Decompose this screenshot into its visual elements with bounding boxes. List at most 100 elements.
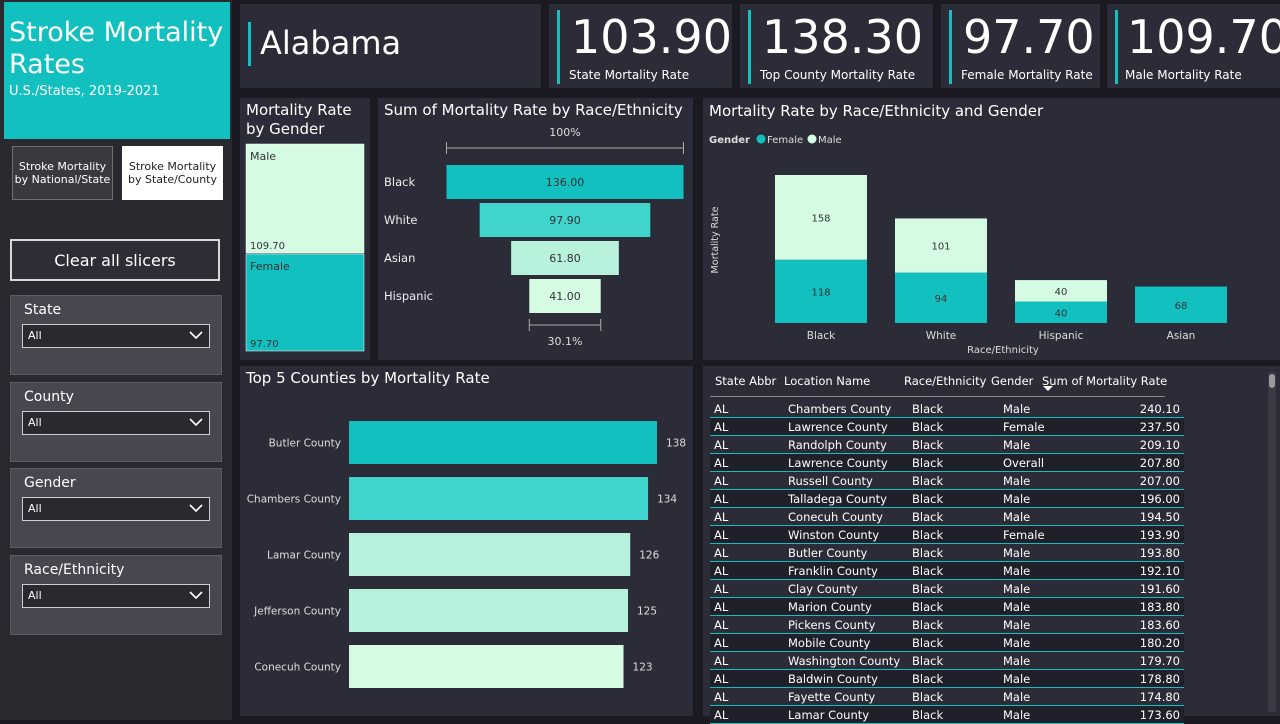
table-cell: 193.80 [1054,543,1184,562]
table-row[interactable]: AL Pickens County Black Male 183.60 [710,615,1184,634]
table-row[interactable]: AL Chambers County Black Male 240.10 [710,400,1184,418]
scrollbar-thumb[interactable] [1269,374,1275,388]
table-cell: 207.00 [1054,471,1184,490]
kpi-value: 138.30 [762,10,923,64]
table-cell: Female [999,417,1054,436]
stacked-value-label: 158 [811,213,830,224]
table-cell: Male [999,543,1054,562]
state-name-card: Alabama [240,4,541,88]
column-header[interactable]: Gender [991,374,1033,388]
table-cell: Chambers County [784,400,908,418]
table-cell: Black [908,507,999,526]
table-cell: Mobile County [784,633,908,652]
table-cell: Washington County [784,651,908,670]
state-dropdown[interactable]: All [22,324,210,348]
kpi-top-county-rate: 138.30 Top County Mortality Rate [740,4,933,88]
accent-bar [557,10,560,84]
county-value-label: 125 [637,606,657,618]
table-cell: AL [710,543,784,562]
table-cell: Black [908,417,999,436]
table-row[interactable]: AL Conecuh County Black Male 194.50 [710,507,1184,526]
table-row[interactable]: AL Russell County Black Male 207.00 [710,471,1184,490]
funnel-category-label: Black [384,175,415,189]
table-cell: AL [710,489,784,508]
table-cell: Black [908,525,999,544]
county-label: Butler County [269,438,341,450]
column-header[interactable]: Sum of Mortality Rate [1042,374,1167,388]
table-cell: Black [908,651,999,670]
table-cell: Black [908,543,999,562]
x-tick-label: Hispanic [1039,330,1084,342]
nav-state-county-button[interactable]: Stroke Mortality by State/County [122,146,223,200]
gender-dropdown[interactable]: All [22,497,210,521]
county-bar [349,533,631,576]
table-cell: AL [710,651,784,670]
table-cell: 183.60 [1054,615,1184,634]
table-row[interactable]: AL Clay County Black Male 191.60 [710,579,1184,598]
table-cell: Black [908,561,999,580]
table-row[interactable]: AL Mobile County Black Male 180.20 [710,633,1184,652]
table-cell: Black [908,400,999,418]
table-cell: AL [710,435,784,454]
table-row[interactable]: AL Randolph County Black Male 209.10 [710,435,1184,454]
top-counties-chart: Butler County 138 Chambers County 134 Lamar … [247,421,686,688]
nav-national-state-button[interactable]: Stroke Mortality by National/State [12,146,113,200]
legend-marker-male [807,134,817,144]
county-bar [349,421,657,464]
stacked-value-label: 118 [811,287,830,298]
accent-bar [248,22,251,66]
table-row[interactable]: AL Butler County Black Male 193.80 [710,543,1184,562]
table-row[interactable]: AL Marion County Black Male 183.80 [710,597,1184,616]
header-divider [710,396,1165,397]
slicer-gender: Gender All [10,468,222,548]
table-cell: Lawrence County [784,453,908,472]
county-label: Lamar County [267,550,341,562]
y-axis-label: Mortality Rate [710,206,721,273]
table-cell: Male [999,507,1054,526]
legend-label: Male [818,135,842,146]
column-header[interactable]: Location Name [784,374,870,388]
table-cell: Black [908,435,999,454]
clear-slicers-button[interactable]: Clear all slicers [10,239,220,281]
chevron-down-icon [189,504,203,513]
funnel-value-label: 41.00 [549,290,581,303]
table-cell: AL [710,615,784,634]
accent-bar [1115,10,1118,84]
kpi-female-rate: 97.70 Female Mortality Rate [941,4,1100,88]
column-header[interactable]: Race/Ethnicity [904,374,986,388]
table-cell: Conecuh County [784,507,908,526]
gender-panel: Mortality Rate by Gender Male 109.70 Femal… [240,98,370,360]
slicer-state: State All [10,295,222,375]
funnel-top-percent: 100% [549,126,580,139]
column-header[interactable]: State Abbr [715,374,776,388]
kpi-value: 97.70 [963,10,1095,64]
county-value-label: 123 [633,662,653,674]
table-cell: Winston County [784,525,908,544]
table-row[interactable]: AL Baldwin County Black Male 178.80 [710,669,1184,688]
table-cell: 237.50 [1054,417,1184,436]
race-funnel-chart: 100% 136.00 Black 97.90 White 61.80 Asian 41.00… [384,126,684,348]
gender-category-label: Female [250,260,290,273]
report-title-box: Stroke Mortality Rates U.S./States, 2019… [4,2,230,139]
table-cell: AL [710,525,784,544]
county-dropdown[interactable]: All [22,411,210,435]
table-row[interactable]: AL Talladega County Black Male 196.00 [710,489,1184,508]
table-cell: 193.90 [1054,525,1184,544]
table-row[interactable]: AL Lawrence County Black Overall 207.80 [710,453,1184,472]
slicer-label: State [24,302,62,318]
table-cell: 173.60 [1054,705,1184,724]
table-row[interactable]: AL Lamar County Black Male 173.60 [710,705,1184,724]
table-row[interactable]: AL Franklin County Black Male 192.10 [710,561,1184,580]
table-row[interactable]: AL Lawrence County Black Female 237.50 [710,417,1184,436]
county-bar [349,645,624,688]
table-cell: AL [710,633,784,652]
table-cell: AL [710,400,784,418]
table-cell: AL [710,579,784,598]
table-cell: Black [908,633,999,652]
table-row[interactable]: AL Winston County Black Female 193.90 [710,525,1184,544]
table-scrollbar[interactable] [1268,372,1276,712]
table-row[interactable]: AL Washington County Black Male 179.70 [710,651,1184,670]
table-row[interactable]: AL Fayette County Black Male 174.80 [710,687,1184,706]
kpi-value: 103.90 [571,10,732,64]
race-dropdown[interactable]: All [22,584,210,608]
